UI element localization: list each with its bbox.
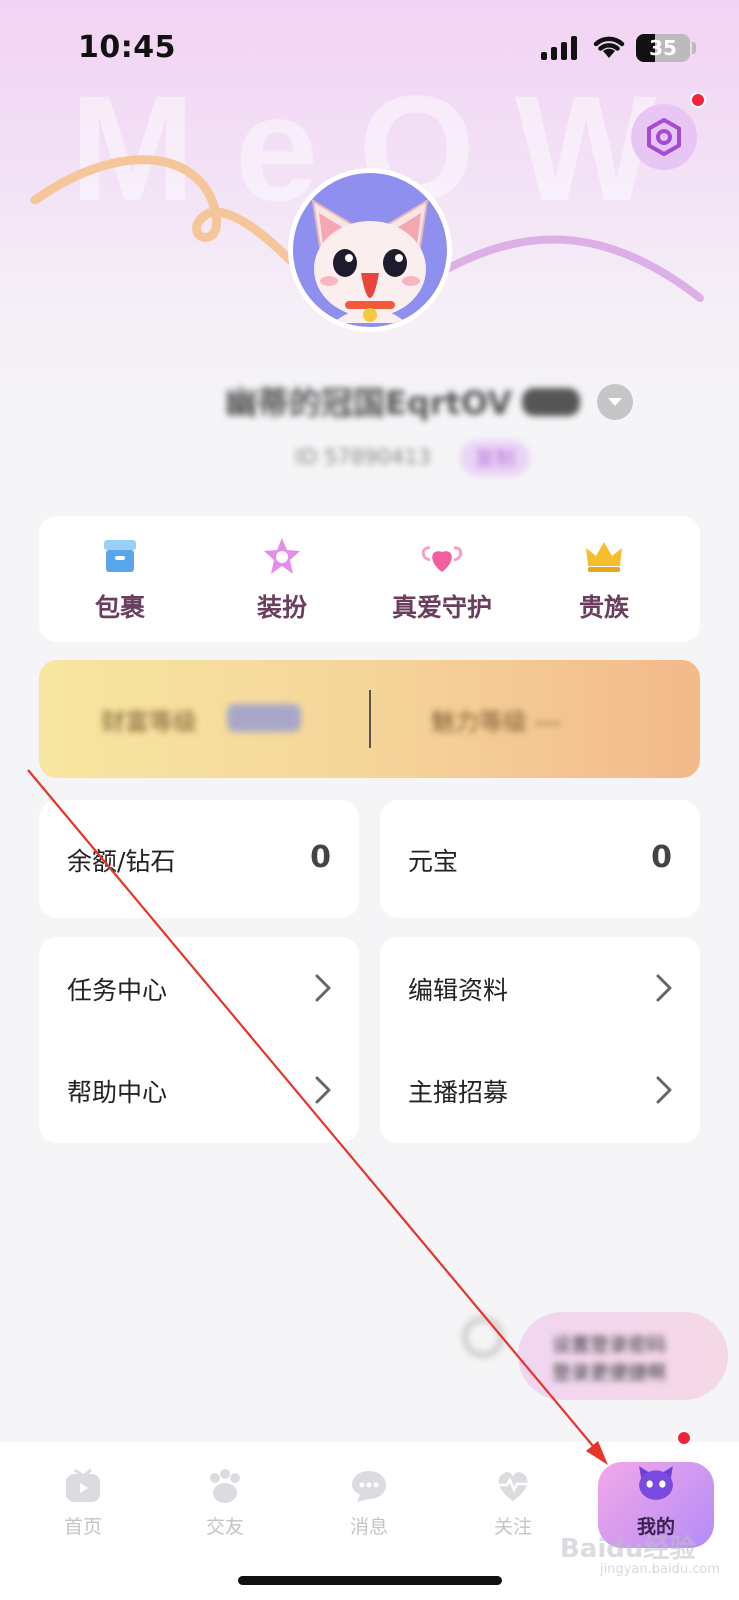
- battery-cap: [692, 42, 696, 54]
- tab-home[interactable]: 首页: [23, 1442, 143, 1552]
- cellular-signal-icon: [541, 36, 577, 60]
- baidu-watermark: Baidu经验: [560, 1534, 696, 1564]
- star-dressup-icon: [264, 538, 300, 574]
- wealth-level-badge: [227, 704, 301, 732]
- wealth-level: 财富等级: [101, 708, 197, 736]
- chevron-right-icon: [656, 974, 672, 1002]
- chat-bubble-icon: [352, 1471, 386, 1502]
- home-tv-icon: [66, 1468, 100, 1502]
- heart-pulse-icon: [498, 1472, 528, 1501]
- quick-menu-package[interactable]: 包裹: [45, 516, 195, 642]
- user-id: ID 57890413: [295, 445, 431, 469]
- yuanbao-label: 元宝: [408, 847, 459, 876]
- username-level-badge: [522, 388, 580, 416]
- balance-value: 0: [310, 840, 331, 875]
- menu-item-label: 帮助中心: [67, 1078, 168, 1107]
- tab-mine-notification-dot: [676, 1430, 692, 1446]
- quick-menu-nobility[interactable]: 贵族: [529, 516, 679, 642]
- promo-line-1: 设置登录密码: [552, 1334, 667, 1356]
- baidu-watermark-url: jingyan.baidu.com: [600, 1562, 720, 1577]
- menu-item-label: 任务中心: [67, 976, 168, 1005]
- level-banner[interactable]: 财富等级 魅力等级 ---: [39, 660, 700, 778]
- quick-menu-true-love[interactable]: 真爱守护: [367, 516, 517, 642]
- promo-line-2: 登录更便捷啊: [552, 1362, 667, 1384]
- quick-menu-label: 贵族: [578, 593, 629, 622]
- banner-divider: [369, 690, 371, 748]
- settings-button[interactable]: [631, 104, 697, 170]
- chevron-down-icon: [608, 398, 622, 406]
- hexagon-settings-icon: [647, 118, 681, 156]
- promo-close-icon[interactable]: [462, 1316, 504, 1358]
- tab-label: 关注: [493, 1516, 532, 1538]
- battery-level: 35: [649, 36, 677, 60]
- quick-menu-label: 装扮: [256, 593, 307, 622]
- profile-page: 10:45 35 MeOW 幽蒂的冠国EqrtOV ID 57890413 复制…: [0, 0, 739, 1600]
- login-password-promo[interactable]: 设置登录密码 登录更便捷啊: [518, 1312, 728, 1400]
- menu-item-label: 主播招募: [408, 1078, 509, 1107]
- balance-diamond-card[interactable]: 余额/钻石 0: [39, 800, 359, 918]
- chevron-right-icon: [656, 1076, 672, 1104]
- yuanbao-card[interactable]: 元宝 0: [380, 800, 700, 918]
- username: 幽蒂的冠国EqrtOV: [225, 384, 512, 422]
- account-switch-button[interactable]: [597, 384, 633, 420]
- tab-label: 首页: [63, 1516, 102, 1538]
- package-icon: [104, 540, 136, 572]
- crown-icon: [586, 542, 622, 572]
- menu-item-help-center[interactable]: 帮助中心: [39, 1039, 359, 1141]
- balance-label: 余额/钻石: [67, 847, 176, 876]
- menu-card-right: 编辑资料 主播招募: [380, 937, 700, 1143]
- chevron-right-icon: [315, 1076, 331, 1104]
- quick-menu-label: 真爱守护: [391, 593, 492, 622]
- charm-level: 魅力等级 ---: [431, 708, 561, 736]
- avatar[interactable]: [288, 168, 452, 332]
- quick-menu-dressup[interactable]: 装扮: [207, 516, 357, 642]
- menu-item-streamer-recruit[interactable]: 主播招募: [380, 1039, 700, 1141]
- tab-label: 交友: [205, 1516, 244, 1538]
- paw-icon: [210, 1469, 240, 1503]
- cat-avatar-image: [311, 199, 429, 323]
- cat-avatar-icon: [639, 1466, 673, 1500]
- tab-label: 消息: [349, 1516, 388, 1538]
- wifi-icon: [593, 36, 625, 58]
- tab-following[interactable]: 关注: [453, 1442, 573, 1552]
- tab-messages[interactable]: 消息: [309, 1442, 429, 1552]
- quick-menu-label: 包裹: [94, 593, 145, 622]
- winged-heart-icon: [421, 546, 463, 572]
- menu-card-left: 任务中心 帮助中心: [39, 937, 359, 1143]
- home-indicator[interactable]: [238, 1576, 502, 1585]
- menu-item-task-center[interactable]: 任务中心: [39, 937, 359, 1039]
- settings-notification-dot: [690, 92, 706, 108]
- battery-icon: 35: [636, 34, 690, 62]
- chevron-right-icon: [315, 974, 331, 1002]
- menu-item-edit-profile[interactable]: 编辑资料: [380, 937, 700, 1039]
- copy-id-button[interactable]: 复制: [460, 440, 530, 476]
- quick-menu-card: 包裹 装扮 真爱守护 贵族: [39, 516, 700, 642]
- menu-item-label: 编辑资料: [408, 976, 509, 1005]
- tab-friends[interactable]: 交友: [165, 1442, 285, 1552]
- yuanbao-value: 0: [651, 840, 672, 875]
